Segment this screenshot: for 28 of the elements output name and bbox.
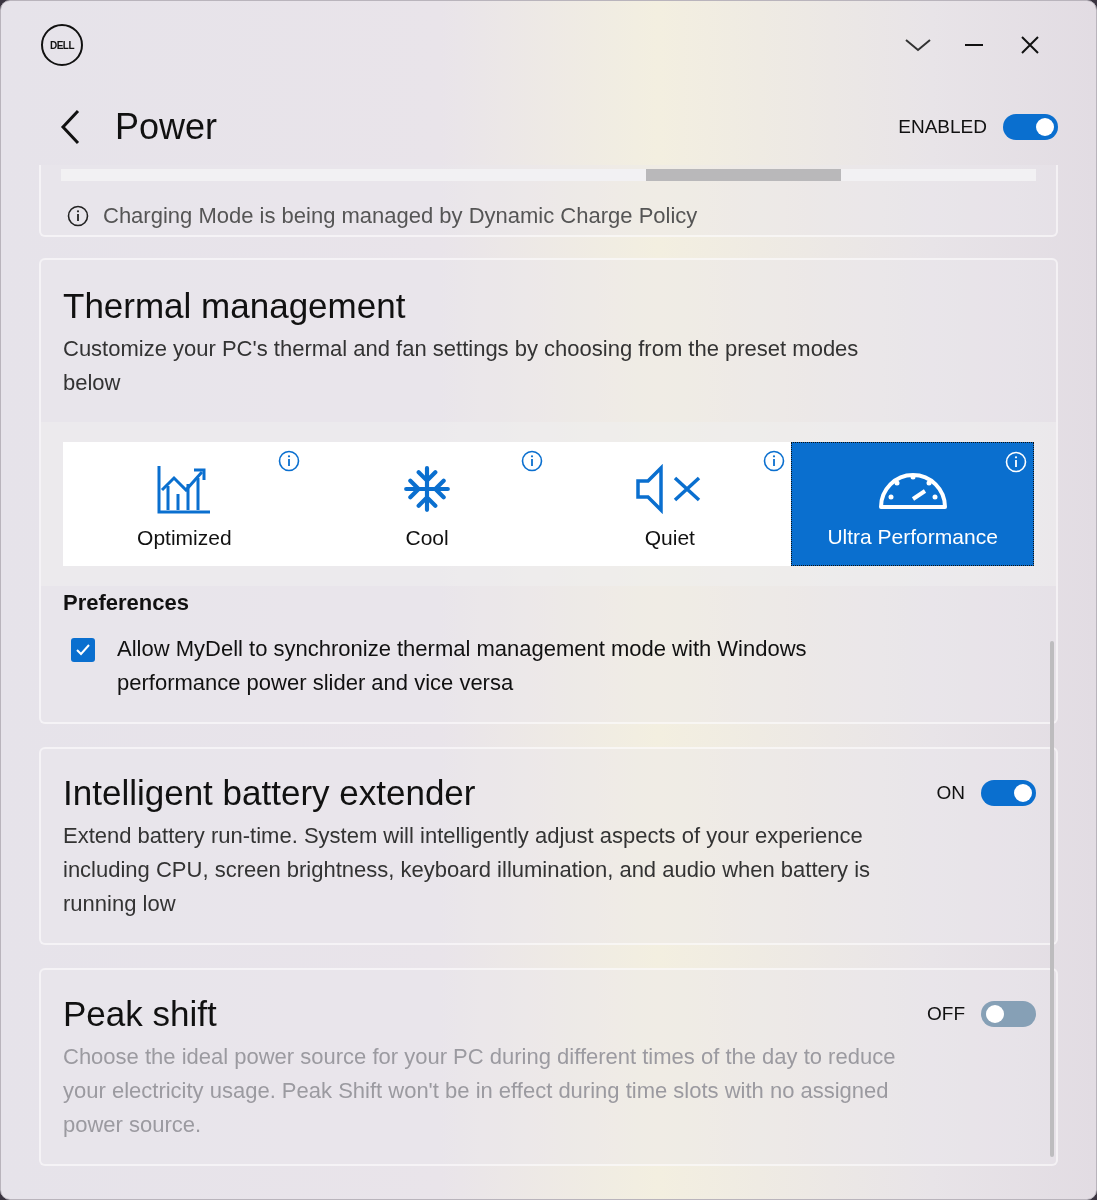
checkmark-icon (75, 643, 91, 657)
close-icon (1020, 35, 1040, 55)
chart-icon (156, 464, 213, 514)
toggle-label: ON (936, 782, 965, 804)
mode-option[interactable]: Ultra Performance (791, 442, 1034, 566)
toggle-label: OFF (927, 1003, 965, 1025)
mode-slider[interactable] (61, 169, 1036, 181)
section-description: Extend battery run-time. System will intelligently adjust aspects of your experience including CPU, screen brightness, keyboard illumination, and audio when battery is running low (63, 822, 872, 918)
back-icon (59, 109, 81, 145)
enabled-toggle[interactable] (1003, 114, 1058, 140)
info-icon[interactable] (67, 205, 89, 227)
chevron-down-icon (904, 37, 932, 53)
toggle-switch[interactable] (981, 780, 1036, 806)
charging-note: Charging Mode is being managed by Dynamic Charge Policy (103, 203, 698, 229)
preferences-title: Preferences (63, 590, 190, 616)
minimize-icon (964, 43, 984, 47)
sync-checkbox[interactable] (71, 638, 95, 662)
section-description: Choose the ideal power source for your PC during different times of the day to reduce your electricity usage. Peak Shift won't be in effect during time slots with no assigned power source. (63, 1043, 897, 1139)
section-title: Intelligent battery extender (63, 773, 476, 813)
section-description: Customize your PC's thermal and fan settings by choosing from the preset modes below (63, 335, 860, 397)
logo: DELL (41, 24, 83, 66)
section-title: Thermal management (63, 286, 407, 326)
section-title: Peak shift (63, 994, 217, 1034)
page-title: Power (115, 106, 218, 148)
snowflake-icon (402, 464, 453, 514)
toggle-label: ENABLED (898, 116, 987, 138)
scrollbar[interactable] (1050, 641, 1054, 1157)
sync-label: Allow MyDell to synchronize thermal management mode with Windows performance power slider and vice versa (117, 635, 808, 697)
